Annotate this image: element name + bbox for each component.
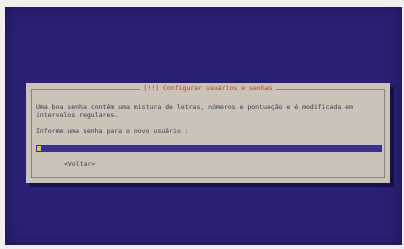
dialog-title-text: [!!] Configurar usuários e senhas (140, 84, 276, 92)
password-prompt: Informe uma senha para o novo usuário : (36, 127, 189, 135)
text-cursor (37, 146, 41, 151)
user-password-dialog: [!!] Configurar usuários e senhas Uma bo… (26, 83, 390, 183)
back-button[interactable]: <Voltar> (64, 160, 95, 168)
installer-screen: [!!] Configurar usuários e senhas Uma bo… (5, 7, 402, 245)
dialog-title: [!!] Configurar usuários e senhas (26, 84, 390, 92)
password-input[interactable] (36, 145, 382, 152)
dialog-message: Uma boa senha contém uma mistura de letr… (36, 103, 353, 119)
